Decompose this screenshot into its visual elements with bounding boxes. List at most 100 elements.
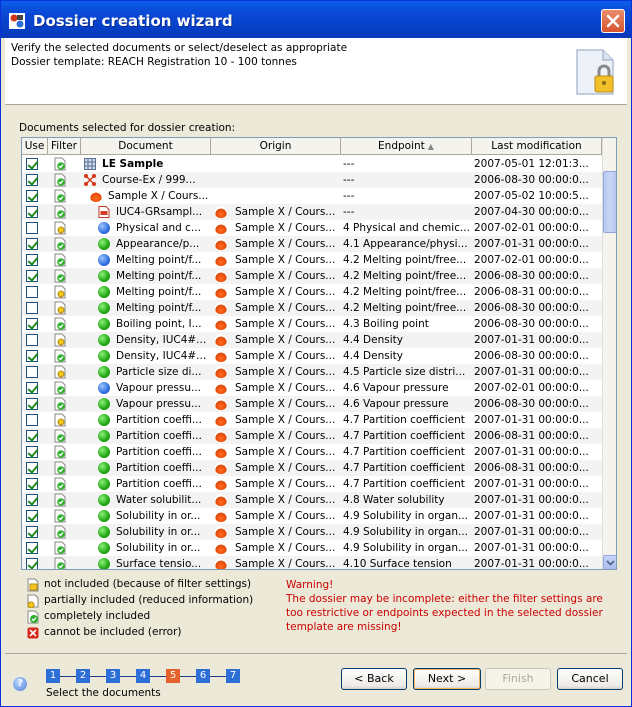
- completely-included-icon: [54, 269, 66, 283]
- use-checkbox[interactable]: [26, 350, 38, 362]
- scrollbar-thumb[interactable]: [603, 171, 616, 233]
- table-row[interactable]: Melting point/f... Sample X / Cours... 4.2…: [22, 284, 602, 300]
- endpoint-cell: 4 Physical and chemic...: [343, 222, 470, 234]
- endpoint-cell: ---: [343, 206, 355, 218]
- origin-flask-icon: [215, 286, 227, 298]
- use-checkbox[interactable]: [26, 190, 38, 202]
- document-cell: Solubility in or...: [116, 510, 201, 522]
- use-checkbox[interactable]: [26, 158, 38, 170]
- document-lock-icon: [576, 49, 614, 95]
- endpoint-cell: 4.7 Partition coefficient: [343, 478, 465, 490]
- next-button[interactable]: Next >: [413, 668, 481, 690]
- table-row[interactable]: Melting point/f... Sample X / Cours... 4.2…: [22, 300, 602, 316]
- table-row[interactable]: Partition coeffi... Sample X / Cours... 4.…: [22, 444, 602, 460]
- origin-cell: Sample X / Cours...: [235, 542, 336, 554]
- use-checkbox[interactable]: [26, 254, 38, 266]
- table-row[interactable]: Solubility in or... Sample X / Cours... 4.…: [22, 524, 602, 540]
- warning-text: The dossier may be incomplete: either th…: [286, 593, 603, 633]
- origin-flask-icon: [215, 478, 227, 490]
- origin-cell: Sample X / Cours...: [235, 302, 336, 314]
- col-filter[interactable]: Filter: [48, 138, 81, 155]
- use-checkbox[interactable]: [26, 462, 38, 474]
- table-row[interactable]: Physical and c... Sample X / Cours... 4 Ph…: [22, 220, 602, 236]
- table-row[interactable]: Water solubilit... Sample X / Cours... 4.8…: [22, 492, 602, 508]
- table-row[interactable]: Sample X / Cours... --- 2007-05-02 10:00:5…: [22, 188, 602, 204]
- document-cell: Appearance/p...: [116, 238, 200, 250]
- table-row[interactable]: Course-Ex / 999... --- 2006-08-30 00:00:0.…: [22, 172, 602, 188]
- col-endpoint[interactable]: Endpoint ▲: [341, 138, 472, 155]
- table-row[interactable]: LE Sample --- 2007-05-01 12:01:3...: [22, 156, 602, 172]
- use-checkbox[interactable]: [26, 398, 38, 410]
- table-row[interactable]: Partition coeffi... Sample X / Cours... 4.…: [22, 460, 602, 476]
- completely-included-icon: [54, 525, 66, 539]
- back-button[interactable]: < Back: [341, 668, 407, 690]
- use-checkbox[interactable]: [26, 526, 38, 538]
- summary-record-icon: [98, 222, 110, 234]
- table-row[interactable]: Melting point/f... Sample X / Cours... 4.2…: [22, 268, 602, 284]
- endpoint-cell: 4.9 Solubility in organ...: [343, 526, 469, 538]
- origin-flask-icon: [215, 318, 227, 330]
- table-row[interactable]: Surface tensio... Sample X / Cours... 4.10…: [22, 556, 602, 569]
- use-checkbox[interactable]: [26, 334, 38, 346]
- col-document[interactable]: Document: [81, 138, 211, 155]
- use-checkbox[interactable]: [26, 270, 38, 282]
- use-checkbox[interactable]: [26, 206, 38, 218]
- endpoint-record-icon: [98, 510, 110, 522]
- table-row[interactable]: Melting point/f... Sample X / Cours... 4.2…: [22, 252, 602, 268]
- table-row[interactable]: Density, IUC4#... Sample X / Cours... 4.4 …: [22, 348, 602, 364]
- table-row[interactable]: Appearance/p... Sample X / Cours... 4.1 Ap…: [22, 236, 602, 252]
- table-row[interactable]: Vapour pressu... Sample X / Cours... 4.6 V…: [22, 380, 602, 396]
- use-checkbox[interactable]: [26, 414, 38, 426]
- use-checkbox[interactable]: [26, 318, 38, 330]
- table-row[interactable]: Vapour pressu... Sample X / Cours... 4.6 V…: [22, 396, 602, 412]
- endpoint-cell: 4.7 Partition coefficient: [343, 446, 465, 458]
- completely-included-icon: [54, 541, 66, 555]
- endpoint-cell: ---: [343, 190, 355, 202]
- use-checkbox[interactable]: [26, 382, 38, 394]
- table-row[interactable]: Density, IUC4#... Sample X / Cours... 4.4 …: [22, 332, 602, 348]
- last-modification-cell: 2007-05-01 12:01:3...: [474, 158, 589, 170]
- use-checkbox[interactable]: [26, 478, 38, 490]
- use-checkbox[interactable]: [26, 286, 38, 298]
- use-checkbox[interactable]: [26, 542, 38, 554]
- use-checkbox[interactable]: [26, 494, 38, 506]
- completely-included-icon: [54, 381, 66, 395]
- table-row[interactable]: Solubility in or... Sample X / Cours... 4.…: [22, 508, 602, 524]
- use-checkbox[interactable]: [26, 510, 38, 522]
- table-row[interactable]: Partition coeffi... Sample X / Cours... 4.…: [22, 412, 602, 428]
- help-icon[interactable]: ?: [13, 677, 27, 691]
- use-checkbox[interactable]: [26, 174, 38, 186]
- completely-included-icon: [54, 237, 66, 251]
- col-last-modification[interactable]: Last modification: [472, 138, 602, 155]
- use-checkbox[interactable]: [26, 558, 38, 569]
- scroll-down-button[interactable]: [603, 555, 616, 569]
- use-checkbox[interactable]: [26, 366, 38, 378]
- endpoint-record-icon: [98, 318, 110, 330]
- endpoint-record-icon: [98, 270, 110, 282]
- partially-included-icon: [54, 365, 66, 379]
- document-cell: Partition coeffi...: [116, 462, 202, 474]
- table-row[interactable]: Partition coeffi... Sample X / Cours... 4.…: [22, 428, 602, 444]
- table-row[interactable]: Solubility in or... Sample X / Cours... 4.…: [22, 540, 602, 556]
- col-use[interactable]: Use: [22, 138, 48, 155]
- cancel-button[interactable]: Cancel: [557, 668, 623, 690]
- table-row[interactable]: Particle size di... Sample X / Cours... 4.…: [22, 364, 602, 380]
- origin-cell: [235, 172, 339, 188]
- use-checkbox[interactable]: [26, 430, 38, 442]
- use-checkbox[interactable]: [26, 238, 38, 250]
- table-row[interactable]: Partition coeffi... Sample X / Cours... 4.…: [22, 476, 602, 492]
- warning-title: Warning!: [286, 579, 334, 591]
- use-checkbox[interactable]: [26, 446, 38, 458]
- use-checkbox[interactable]: [26, 302, 38, 314]
- finish-button[interactable]: Finish: [485, 668, 551, 690]
- partially-included-icon: [54, 333, 66, 347]
- table-row[interactable]: Boiling point, I... Sample X / Cours... 4.…: [22, 316, 602, 332]
- table-row[interactable]: IUC4-GRsampl... Sample X / Cours... --- 200…: [22, 204, 602, 220]
- origin-cell: Sample X / Cours...: [235, 462, 336, 474]
- close-button[interactable]: [601, 9, 625, 33]
- document-cell: Solubility in or...: [116, 542, 201, 554]
- vertical-scrollbar[interactable]: [602, 138, 616, 569]
- document-cell: LE Sample: [102, 158, 164, 170]
- col-origin[interactable]: Origin: [211, 138, 341, 155]
- use-checkbox[interactable]: [26, 222, 38, 234]
